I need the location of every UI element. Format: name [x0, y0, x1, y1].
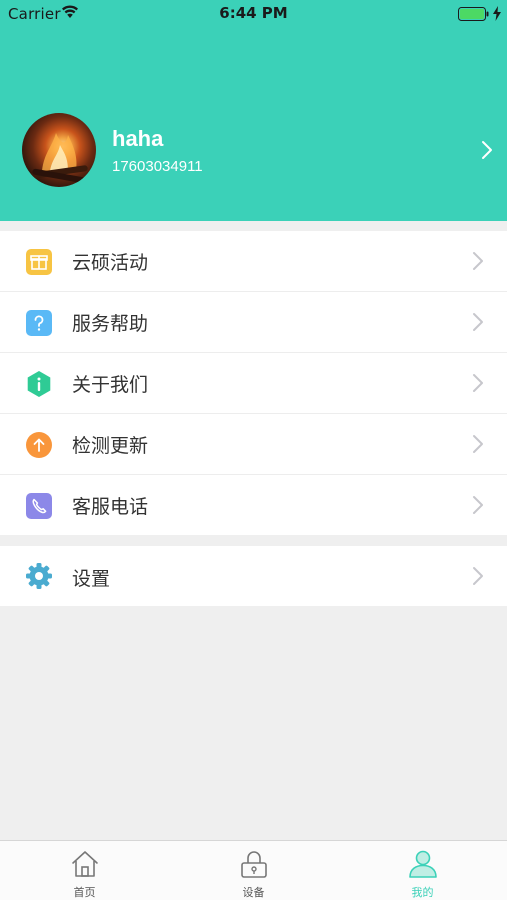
chevron-right-icon[interactable] — [481, 140, 493, 164]
avatar[interactable] — [22, 113, 96, 187]
tab-home[interactable]: 首页 — [0, 841, 169, 900]
profile-card[interactable]: haha 17603034911 — [0, 100, 507, 200]
username: haha — [112, 126, 164, 151]
chevron-right-icon — [472, 373, 484, 397]
menu-item-settings[interactable]: 设置 — [0, 546, 507, 606]
menu-item-label: 检测更新 — [72, 435, 149, 457]
menu-list: 云硕活动 服务帮助 关于我们 检测更新 客服电话 — [0, 231, 507, 535]
tab-bar: 首页 设备 我的 — [0, 840, 507, 900]
battery-icon — [458, 7, 490, 25]
chevron-right-icon — [472, 495, 484, 519]
menu-item-customer-service[interactable]: 客服电话 — [0, 475, 507, 536]
lock-icon — [239, 849, 269, 883]
person-icon — [408, 849, 438, 883]
menu-item-activities[interactable]: 云硕活动 — [0, 231, 507, 292]
clock: 6:44 PM — [219, 4, 288, 22]
menu-item-label: 云硕活动 — [72, 252, 149, 274]
upload-arrow-icon — [26, 432, 52, 458]
tab-device[interactable]: 设备 — [169, 841, 338, 900]
info-hexagon-icon — [26, 371, 52, 397]
chevron-right-icon — [472, 566, 484, 590]
menu-item-label: 关于我们 — [72, 374, 149, 396]
phone-icon — [26, 493, 52, 519]
tab-label: 我的 — [411, 886, 434, 899]
menu-item-label: 设置 — [72, 568, 111, 590]
question-icon — [26, 310, 52, 336]
chevron-right-icon — [472, 312, 484, 336]
chevron-right-icon — [472, 434, 484, 458]
chevron-right-icon — [472, 251, 484, 275]
menu-item-about[interactable]: 关于我们 — [0, 353, 507, 414]
status-bar: Carrier 6:44 PM — [0, 0, 507, 28]
gift-icon — [26, 249, 52, 275]
menu-item-label: 服务帮助 — [72, 313, 149, 335]
tab-label: 首页 — [73, 886, 96, 899]
phone-number: 17603034911 — [112, 158, 203, 175]
settings-list: 设置 — [0, 546, 507, 606]
menu-item-help[interactable]: 服务帮助 — [0, 292, 507, 353]
charging-bolt-icon — [492, 6, 502, 25]
home-icon — [70, 849, 100, 883]
menu-item-check-update[interactable]: 检测更新 — [0, 414, 507, 475]
tab-label: 设备 — [242, 886, 265, 899]
tab-mine[interactable]: 我的 — [338, 841, 507, 900]
menu-item-label: 客服电话 — [72, 496, 149, 518]
profile-header: Carrier 6:44 PM haha 17603034911 — [0, 0, 507, 221]
gear-icon — [26, 563, 52, 589]
